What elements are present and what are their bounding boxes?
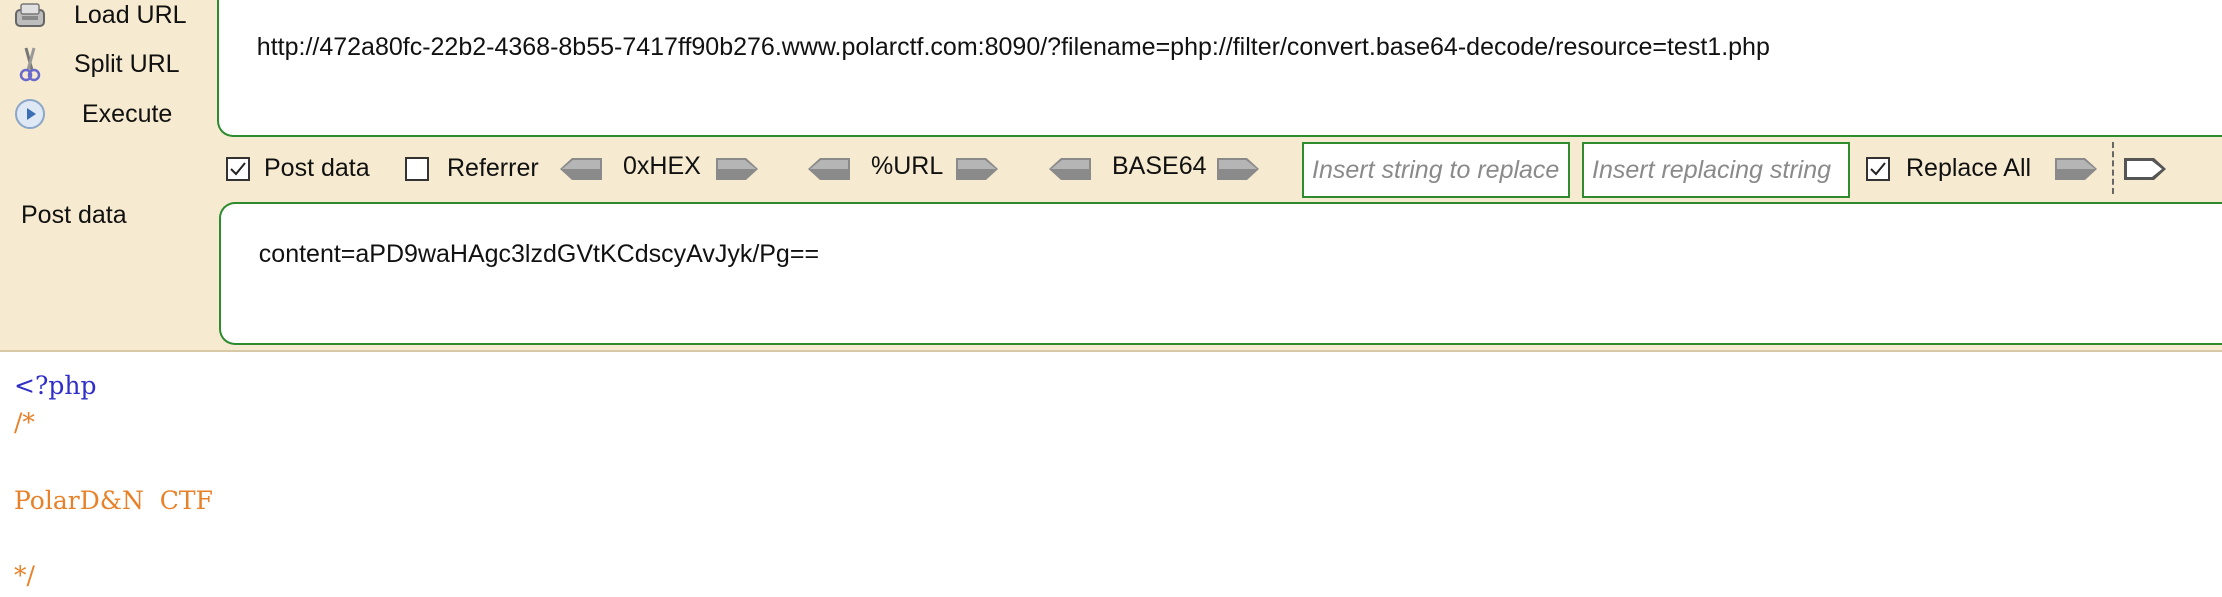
post-data-text: content=aPD9waHAgc3lzdGVtKCdscyAvJyk/Pg=… [258,240,820,268]
replace-all-label: Replace All [1906,154,2032,182]
post-data-checkbox[interactable] [226,156,250,181]
load-url-icon [10,0,50,35]
scissors-icon [10,44,50,84]
post-data-section-label: Post data [21,201,127,229]
code-line-title: PolarD&N CTF [14,486,213,515]
split-url-button[interactable]: Split URL [10,44,180,84]
url-text: http://472a80fc-22b2-4368-8b55-7417ff90b… [256,33,1770,61]
split-url-label: Split URL [74,49,180,78]
load-url-button[interactable]: Load URL [10,0,187,35]
replace-all-toggle[interactable]: Replace All [1866,154,2031,183]
base64-label: BASE64 [1112,152,1207,180]
hex-decode-arrow-icon[interactable] [558,154,604,184]
code-line-php-open: <?php [14,371,97,400]
replacing-string-input[interactable]: Insert replacing string [1582,142,1850,198]
toolbar-divider [2112,142,2114,194]
referrer-checkbox[interactable] [405,156,429,181]
url-decode-arrow-icon[interactable] [806,154,852,184]
referrer-toggle[interactable]: Referrer [405,154,539,183]
play-icon [10,94,50,134]
execute-button[interactable]: Execute [10,94,172,134]
url-encode-arrow-icon[interactable] [954,154,1000,184]
hex-encode-arrow-icon[interactable] [714,154,760,184]
post-data-label: Post data [264,154,370,182]
code-line-comment-open: /* [14,408,35,437]
code-line-comment-close: */ [14,561,35,590]
load-url-label: Load URL [74,0,187,29]
referrer-label: Referrer [447,154,539,182]
base64-encode-arrow-icon[interactable] [1215,154,1261,184]
post-data-toggle[interactable]: Post data [226,154,370,183]
replace-arrow-icon[interactable] [2053,154,2099,184]
execute-label: Execute [82,99,173,128]
url-encode-label: %URL [871,152,944,180]
extra-arrow-icon[interactable] [2122,154,2168,184]
hackbar-toolbar: Load URL Split URL Execute http://472a80… [0,0,2222,352]
replace-string-input[interactable]: Insert string to replace [1302,142,1570,198]
url-input[interactable]: http://472a80fc-22b2-4368-8b55-7417ff90b… [217,0,2222,137]
base64-decode-arrow-icon[interactable] [1047,154,1093,184]
post-data-input[interactable]: content=aPD9waHAgc3lzdGVtKCdscyAvJyk/Pg=… [219,202,2222,345]
hex-label: 0xHEX [623,152,701,180]
replace-all-checkbox[interactable] [1866,156,1890,181]
